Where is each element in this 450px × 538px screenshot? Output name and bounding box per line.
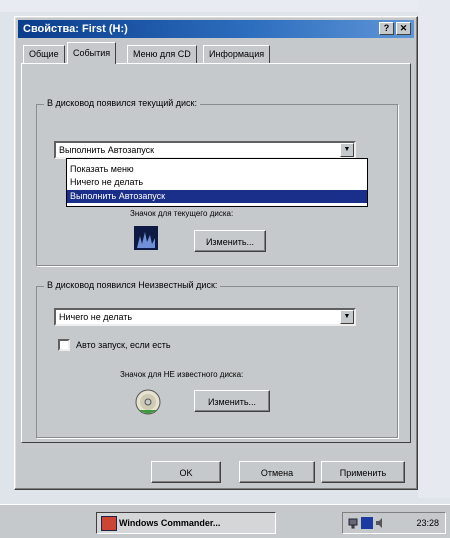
events-tab-panel: В дисковод появился текущий диск: Выполн… (21, 63, 411, 443)
system-tray: 23:28 (342, 512, 446, 534)
window-title: Свойства: First (H:) (23, 23, 128, 35)
unknown-disc-icon-caption: Значок для НЕ известного диска: (120, 370, 244, 379)
properties-dialog: Свойства: First (H:) ? ✕ Общие События М… (14, 16, 418, 490)
title-bar[interactable]: Свойства: First (H:) ? ✕ (18, 20, 414, 38)
dropdown-option-do-nothing[interactable]: Ничего не делать (67, 176, 367, 189)
network-icon[interactable] (347, 517, 359, 529)
desktop-strip (0, 0, 450, 12)
clock[interactable]: 23:28 (416, 518, 439, 528)
tab-info[interactable]: Информация (203, 45, 271, 63)
chevron-down-icon[interactable]: ▼ (340, 143, 354, 157)
unknown-disc-action-value: Ничего не делать (59, 312, 133, 322)
tab-general[interactable]: Общие (23, 45, 65, 63)
unknown-disc-group-label: В дисковод появился Неизвестный диск: (44, 280, 221, 290)
known-disc-action-select[interactable]: Выполнить Автозапуск ▼ (54, 141, 356, 159)
known-disc-change-button[interactable]: Изменить... (194, 230, 266, 252)
known-disc-icon-caption: Значок для текущего диска: (130, 209, 234, 218)
ok-button[interactable]: OK (151, 461, 221, 483)
help-button[interactable]: ? (379, 22, 394, 35)
speaker-icon[interactable] (375, 517, 387, 529)
autorun-checkbox[interactable] (58, 339, 70, 351)
desktop-background (418, 0, 450, 498)
known-disc-group-label: В дисковод появился текущий диск: (44, 98, 200, 108)
known-disc-action-value: Выполнить Автозапуск (59, 145, 155, 155)
known-disc-icon (134, 226, 158, 250)
unknown-disc-change-button[interactable]: Изменить... (194, 390, 270, 412)
chevron-down-icon[interactable]: ▼ (340, 310, 354, 324)
known-disc-action-dropdown[interactable]: Показать меню Ничего не делать Выполнить… (66, 158, 368, 207)
dropdown-option-autorun[interactable]: Выполнить Автозапуск (67, 190, 367, 203)
cancel-button[interactable]: Отмена (239, 461, 315, 483)
dropdown-option-show-menu[interactable]: Показать меню (67, 163, 367, 176)
app-icon (101, 516, 117, 531)
tab-cd-menu[interactable]: Меню для CD (127, 45, 197, 63)
keyboard-layout-icon[interactable] (361, 517, 373, 529)
tab-events[interactable]: События (67, 42, 117, 64)
autorun-checkbox-label: Авто запуск, если есть (76, 340, 171, 350)
close-button[interactable]: ✕ (396, 22, 411, 35)
taskbar: Windows Commander... 23:28 (0, 504, 450, 538)
apply-button[interactable]: Применить (321, 461, 405, 483)
taskbar-item-windows-commander[interactable]: Windows Commander... (96, 512, 276, 534)
cd-disc-icon (134, 388, 162, 416)
unknown-disc-action-select[interactable]: Ничего не делать ▼ (54, 308, 356, 326)
